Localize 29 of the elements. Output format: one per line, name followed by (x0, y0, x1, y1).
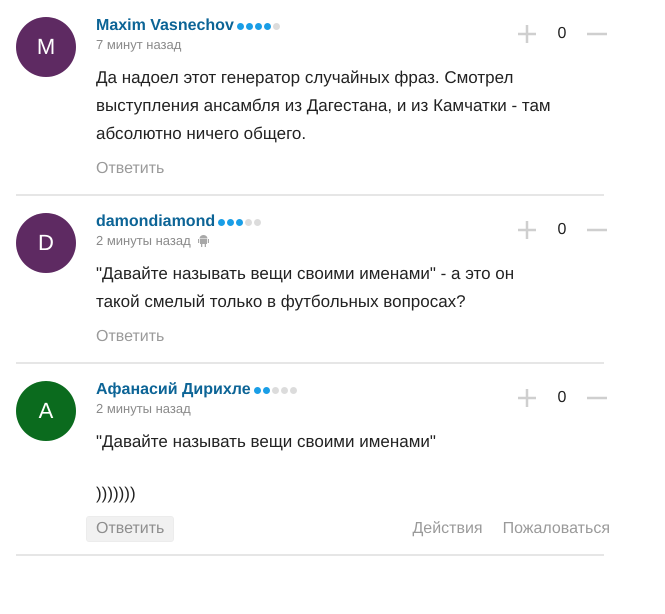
minus-icon (587, 228, 607, 232)
reply-button[interactable]: Ответить (86, 516, 174, 542)
minus-icon (587, 396, 607, 400)
plus-icon (518, 25, 536, 43)
comment-time: 7 минут назад (96, 37, 182, 52)
vote-score: 0 (556, 389, 568, 407)
android-icon (196, 234, 210, 248)
avatar: D (16, 213, 76, 273)
action-link[interactable]: Действия (412, 520, 483, 538)
vote-score: 0 (556, 25, 568, 43)
plus-icon (518, 389, 536, 407)
upvote-button[interactable] (516, 23, 538, 45)
comment-text: "Давайте называть вещи своими именами" (96, 431, 437, 453)
plus-icon (518, 221, 536, 239)
action-link[interactable]: Пожаловаться (502, 520, 610, 538)
upvote-button[interactable] (516, 219, 538, 241)
comment-time: 2 минуты назад (96, 233, 191, 248)
author-name[interactable]: damondiamond (96, 213, 216, 231)
comment-text: ))))))) (96, 483, 137, 505)
comment-text: Да надоел этот генератор случайных фраз. Смотрел выступления ансамбля из Дагестана, и из Камчатки - там абсолютно ничего общего. (96, 67, 552, 145)
comment-text: "Давайте называть вещи своими именами" - а это он такой смелый только в футбольных вопросах? (96, 263, 516, 313)
avatar: M (16, 17, 76, 77)
vote-score: 0 (556, 221, 568, 239)
comment-time: 2 минуты назад (96, 401, 191, 416)
minus-icon (587, 32, 607, 36)
author-name[interactable]: Афанасий Дирихле (96, 381, 251, 399)
upvote-button[interactable] (516, 387, 538, 409)
avatar: A (16, 381, 76, 441)
author-name[interactable]: Maxim Vasnechov (96, 17, 234, 35)
